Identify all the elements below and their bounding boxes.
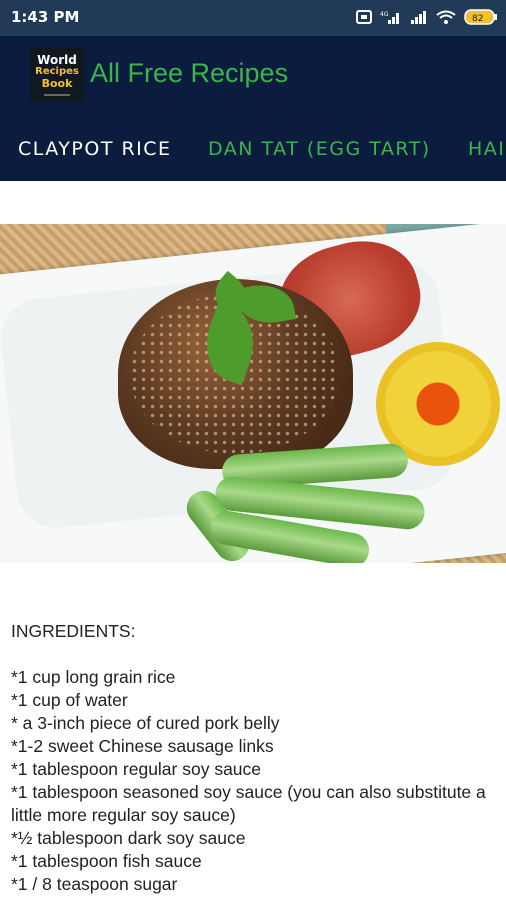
ingredient-item: *1 cup of water	[11, 690, 128, 710]
ingredient-item: *1 cup long grain rice	[11, 667, 176, 687]
recipe-content: INGREDIENTS: *1 cup long grain rice *1 c…	[11, 620, 501, 896]
tab-claypot-rice[interactable]: CLAYPOT RICE	[18, 138, 172, 160]
status-icons: 4G 82	[356, 9, 498, 25]
battery-icon: 82	[464, 9, 497, 25]
ingredient-item: *1-2 sweet Chinese sausage links	[11, 736, 274, 756]
svg-text:4G: 4G	[380, 11, 389, 18]
notification-icon	[356, 10, 372, 24]
ingredient-item: *1 tablespoon fish sauce	[11, 851, 202, 871]
tab-hai[interactable]: HAI	[468, 138, 505, 160]
ingredient-item: *1 / 8 teaspoon sugar	[11, 874, 178, 894]
recipe-image	[0, 224, 506, 563]
status-time: 1:43 PM	[11, 8, 80, 26]
battery-level: 82	[472, 14, 483, 24]
ingredient-item: *1 tablespoon regular soy sauce	[11, 759, 262, 779]
signal-4g-icon: 4G	[380, 11, 399, 24]
ingredient-item: * a 3-inch piece of cured pork belly	[11, 713, 280, 733]
recipe-tabs: CLAYPOT RICE DAN TAT (EGG TART) HAI	[0, 120, 506, 181]
app-bar: World Recipes Book All Free Recipes	[0, 36, 506, 120]
app-logo: World Recipes Book	[30, 48, 84, 102]
ingredient-item: *½ tablespoon dark soy sauce	[11, 828, 246, 848]
status-bar: 1:43 PM 4G 82	[0, 0, 506, 36]
ingredients-heading: INGREDIENTS:	[11, 621, 136, 641]
tab-dan-tat[interactable]: DAN TAT (EGG TART)	[208, 138, 431, 160]
wifi-icon	[436, 10, 456, 24]
signal-icon	[411, 11, 426, 24]
ingredient-item: *1 tablespoon seasoned soy sauce (you ca…	[11, 782, 491, 825]
app-title: All Free Recipes	[90, 58, 289, 88]
